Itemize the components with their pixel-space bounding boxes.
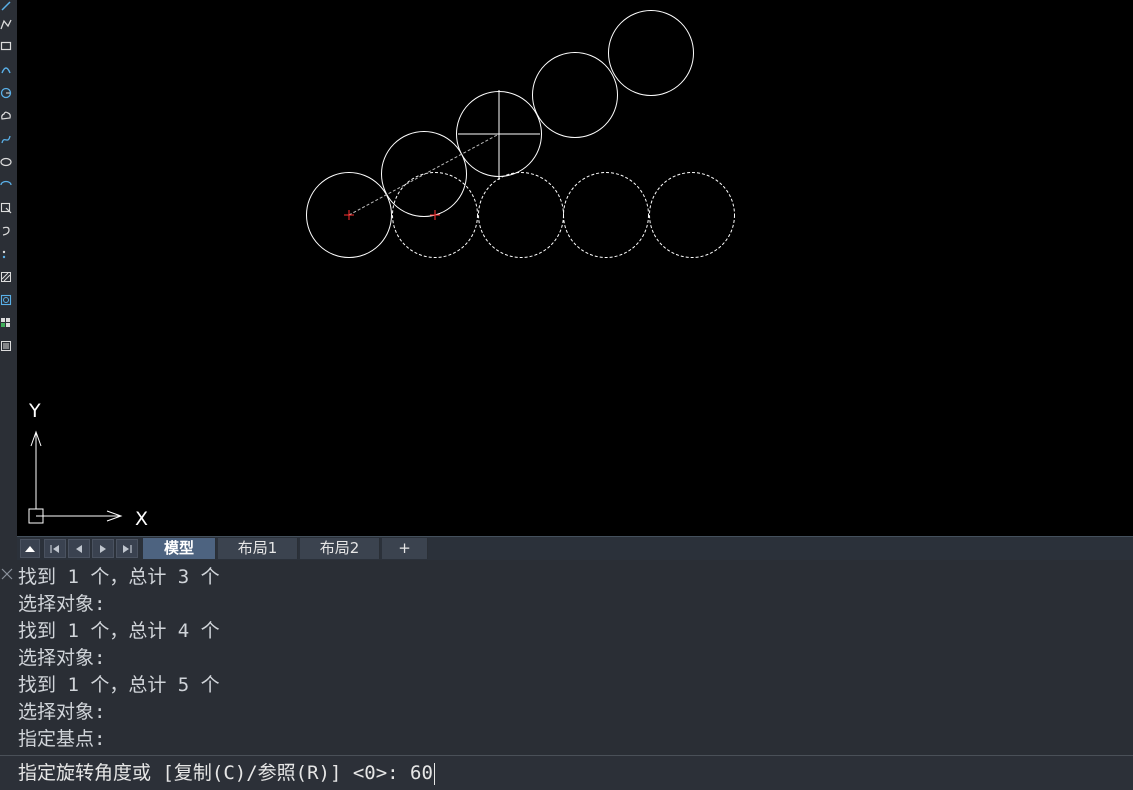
- first-tab-button[interactable]: [44, 539, 66, 558]
- ucs-y-label: Y: [28, 400, 41, 422]
- ucs-x-label: X: [135, 508, 148, 530]
- rubber-band-line: [348, 133, 500, 216]
- ellipse-arc-icon[interactable]: [0, 179, 12, 191]
- point-icon[interactable]: [0, 248, 12, 260]
- history-line: 选择对象:: [18, 647, 106, 669]
- command-line-panel: 找到 1 个，总计 3 个 选择对象: 找到 1 个，总计 4 个 选择对象: …: [0, 560, 1133, 790]
- command-history: 找到 1 个，总计 3 个 选择对象: 找到 1 个，总计 4 个 选择对象: …: [18, 564, 1118, 753]
- triangle-up-icon: [25, 546, 35, 552]
- base-point-marker: [430, 210, 440, 220]
- command-prompt-text: 指定旋转角度或 [复制(C)/参照(R)] <0>: 60: [18, 762, 433, 784]
- add-layout-button[interactable]: +: [382, 538, 428, 559]
- history-line: 找到 1 个，总计 5 个: [18, 674, 220, 696]
- last-tab-button[interactable]: [116, 539, 138, 558]
- tab-model[interactable]: 模型: [143, 538, 216, 559]
- tab-scroll-up-button[interactable]: [20, 539, 40, 558]
- gradient-icon[interactable]: [0, 294, 12, 306]
- layout-tab-bar: 模型 布局1 布局2 +: [17, 536, 1133, 560]
- multiline-text-icon[interactable]: [0, 340, 12, 352]
- previous-tab-button[interactable]: [68, 539, 90, 558]
- base-point-marker: [344, 210, 354, 220]
- ucs-icon: [28, 430, 123, 524]
- drawing-canvas[interactable]: Y X: [17, 0, 1133, 536]
- arc-icon[interactable]: [0, 63, 12, 75]
- tab-layout1[interactable]: 布局1: [218, 538, 298, 559]
- circle-icon[interactable]: [0, 87, 12, 99]
- selected-circle: [563, 172, 649, 258]
- line-icon[interactable]: [0, 0, 12, 12]
- draw-toolbar: [0, 0, 18, 560]
- command-prompt-line: 指定旋转角度或 [复制(C)/参照(R)] <0>: 60: [18, 760, 435, 786]
- text-caret: [433, 762, 435, 785]
- next-tab-button[interactable]: [92, 539, 114, 558]
- previous-icon: [76, 545, 82, 553]
- close-icon[interactable]: [0, 566, 14, 580]
- rectangle-icon[interactable]: [0, 40, 12, 52]
- selected-circle: [649, 172, 735, 258]
- history-line: 指定基点:: [18, 728, 106, 750]
- tab-layout2[interactable]: 布局2: [300, 538, 380, 559]
- spline-icon[interactable]: [0, 133, 12, 145]
- next-icon: [100, 545, 106, 553]
- history-line: 选择对象:: [18, 593, 106, 615]
- first-icon: [50, 545, 59, 553]
- command-input[interactable]: 指定旋转角度或 [复制(C)/参照(R)] <0>: 60: [0, 755, 1133, 790]
- table-icon[interactable]: [0, 317, 12, 329]
- revcloud-icon[interactable]: [0, 110, 12, 122]
- history-line: 选择对象:: [18, 701, 106, 723]
- selected-circle: [478, 172, 564, 258]
- canvas-drawing: Y X: [28, 10, 735, 530]
- ellipse-icon[interactable]: [0, 156, 12, 168]
- polyline-icon[interactable]: [0, 18, 12, 30]
- last-icon: [123, 545, 132, 553]
- history-line: 找到 1 个，总计 3 个: [18, 566, 220, 588]
- rotation-preview-circle: [532, 52, 618, 138]
- hatch-icon[interactable]: [0, 271, 12, 283]
- history-line: 找到 1 个，总计 4 个: [18, 620, 220, 642]
- insert-block-icon[interactable]: [0, 202, 12, 214]
- make-block-icon[interactable]: [0, 225, 12, 237]
- rotation-preview-circle: [608, 10, 694, 96]
